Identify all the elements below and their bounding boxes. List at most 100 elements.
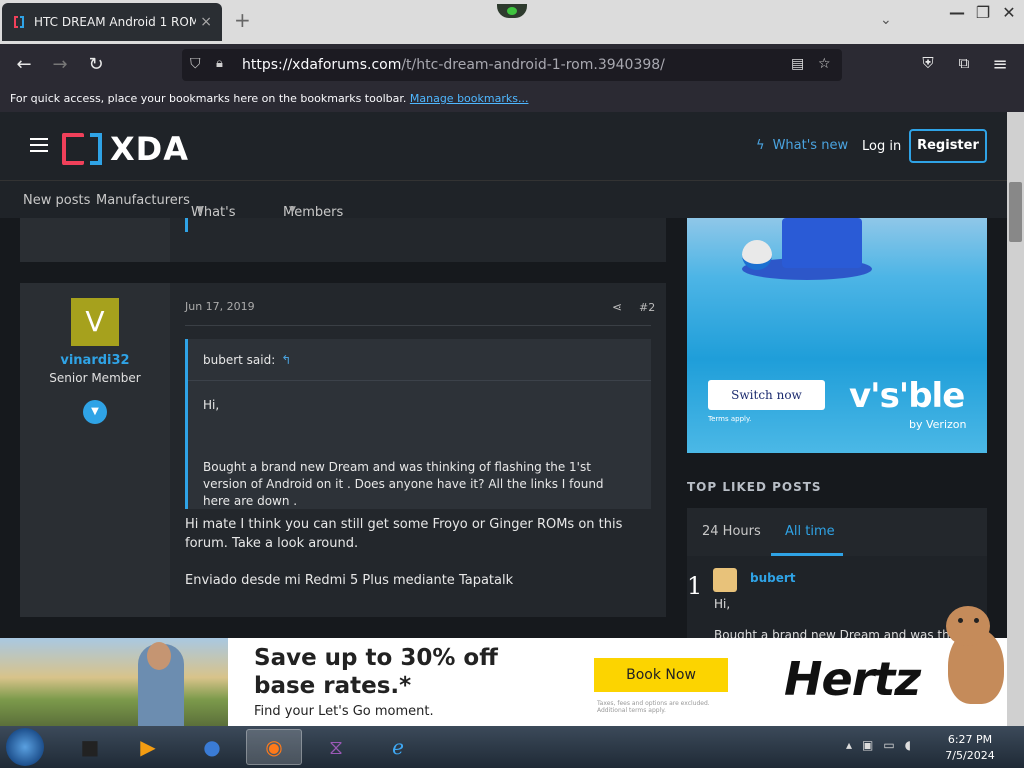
previous-post-sidebar [20,218,170,262]
pocket-icon[interactable]: ⛨ [917,54,939,72]
quote-line: Hi, [203,398,220,412]
taskbar-firefox-icon[interactable]: ◉ [246,729,302,765]
taskbar-visual-studio-icon[interactable]: ⧖ [308,729,364,765]
bookmark-star-icon[interactable]: ☆ [818,56,831,72]
browser-navbar: ← → ↻ ⛉ 🔒︎ https://xdaforums.com/t/htc-d… [0,44,1024,86]
sidebar-advertisement[interactable]: Switch now Terms apply. v's'ble by Veriz… [687,218,987,453]
tray-volume-icon[interactable]: ◖ [905,738,911,752]
tray-display-icon[interactable]: ▭ [883,738,894,752]
taskbar-internet-explorer-icon[interactable]: ℯ [370,729,426,765]
post-number[interactable]: #2 [639,301,655,314]
tray-network-icon[interactable]: ▣ [862,738,873,752]
new-tab-button[interactable]: + [234,8,251,32]
register-button[interactable]: Register [909,129,987,163]
logo-right-bracket-icon [90,133,102,165]
system-tray: ▴ ▣ ▭ ◖ [846,738,911,752]
xda-favicon-icon [14,16,24,28]
taskbar-clock[interactable]: 6:27 PM 7/5/2024 [940,732,1000,764]
web-page: XDA ϟ What's new Log in Register New post… [0,112,1007,638]
post-username[interactable]: vinardi32 [20,353,170,368]
forum-post: V vinardi32 Senior Member ▼ Jun 17, 2019… [20,283,666,617]
previous-post-fragment [20,218,666,262]
top-liked-tabs: 24 Hours All time [687,508,987,556]
reader-view-icon[interactable]: ▤ [791,56,804,72]
tab-24-hours[interactable]: 24 Hours [702,524,761,539]
tab-close-icon[interactable]: × [200,14,212,30]
logo-text: XDA [110,130,189,168]
expand-user-info-icon[interactable]: ▼ [83,400,107,424]
banner-fine-print: Taxes, fees and options are excluded. Ad… [597,700,710,714]
lightning-icon: ϟ [756,138,765,153]
url-text[interactable]: https://xdaforums.com/t/htc-dream-androi… [242,57,665,73]
hertz-logo: Hertz [784,652,921,706]
logo-left-bracket-icon [62,133,84,165]
forward-arrow-icon[interactable]: → [49,54,71,75]
ad-photo [0,638,228,726]
lock-icon[interactable]: 🔒︎ [216,56,223,71]
close-window-icon[interactable]: ✕ [1000,4,1018,22]
hamburger-menu-icon[interactable] [30,138,48,156]
bookmarks-hint: For quick access, place your bookmarks h… [10,92,407,105]
chevron-down-icon: ▼ [197,205,204,215]
banner-headline: Save up to 30% off base rates.* [254,645,498,699]
list-all-tabs-icon[interactable]: ⌄ [880,12,892,28]
top-liked-username[interactable]: bubert [750,571,796,585]
share-icon[interactable]: ⋖ [612,300,622,314]
nav-manufacturers[interactable]: Manufacturers [96,193,190,208]
start-button-icon[interactable] [6,728,44,766]
post-user-title: Senior Member [49,371,141,385]
tab-title: HTC DREAM Android 1 ROM | X [34,15,197,29]
taskbar-app-black-box-icon[interactable]: ■ [62,729,118,765]
switch-now-button[interactable]: Switch now [708,380,825,410]
extensions-icon[interactable]: ⧉ [953,54,975,72]
sub-navigation: New posts Manufacturers What's new▼ Memb… [0,180,1007,235]
hamster-mascot-icon [940,606,1006,706]
xda-logo[interactable]: XDA [62,130,189,168]
site-header: XDA ϟ What's new Log in Register [0,112,1007,180]
post-date[interactable]: Jun 17, 2019 [185,300,255,313]
quote-line: Bought a brand new Dream and was thinkin… [203,460,604,508]
ad-phone-graphic [782,218,862,268]
window-controls: — ❐ ✕ [948,4,1018,22]
post-body: Hi mate I think you can still get some F… [185,515,655,590]
url-bar[interactable]: ⛉ 🔒︎ https://xdaforums.com/t/htc-dream-a… [182,49,842,81]
tray-expand-icon[interactable]: ▴ [846,738,852,752]
jump-to-quote-icon[interactable]: ↰ [281,353,291,367]
banner-subheadline: Find your Let's Go moment. [254,704,434,719]
tracking-shield-icon[interactable]: ⛉ [190,56,201,72]
scrollbar-thumb[interactable] [1009,182,1022,242]
restore-icon[interactable]: ❐ [974,4,992,22]
minimize-icon[interactable]: — [948,4,966,22]
post-author-panel: V vinardi32 Senior Member ▼ [20,283,170,617]
avatar[interactable] [713,568,737,592]
post-text: Hi mate I think you can still get some F… [185,517,623,551]
bookmarks-toolbar: For quick access, place your bookmarks h… [0,86,1024,112]
tab-all-time[interactable]: All time [785,524,835,539]
page-scrollbar[interactable] [1007,112,1024,726]
taskbar-globe-icon[interactable]: ● [184,729,240,765]
ad-terms: Terms apply. [708,415,752,423]
by-verizon-label: by Verizon [909,418,967,431]
ad-beach-ball-graphic [742,240,772,270]
back-arrow-icon[interactable]: ← [13,54,35,75]
whats-new-link[interactable]: ϟ What's new [756,138,848,153]
avatar[interactable]: V [71,298,119,346]
visible-logo: v's'ble [849,376,965,416]
nav-new-posts[interactable]: New posts [23,193,90,208]
book-now-button[interactable]: Book Now [594,658,728,692]
menu-icon[interactable]: ≡ [989,54,1011,75]
top-liked-snippet: Hi, [714,597,731,611]
bottom-banner-ad[interactable]: Save up to 30% off base rates.* Find you… [0,638,1007,726]
taskbar-media-player-icon[interactable]: ▶ [120,729,176,765]
ad-person-head-graphic [147,642,171,670]
top-liked-snippet: Bought a brand new Dream and was thinkin [714,628,979,638]
browser-tab-strip: HTC DREAM Android 1 ROM | X × + ⌄ — ❐ ✕ [0,0,1024,44]
browser-tab-active[interactable]: HTC DREAM Android 1 ROM | X × [2,3,222,41]
rank-number: 1 [687,572,703,600]
quote-block: bubert said: ↰ Hi, Bought a brand new Dre… [185,339,651,509]
manage-bookmarks-link[interactable]: Manage bookmarks... [410,92,529,105]
clock-time: 6:27 PM [947,733,993,746]
login-link[interactable]: Log in [862,139,901,154]
quote-header[interactable]: bubert said: ↰ [188,339,651,381]
reload-icon[interactable]: ↻ [85,54,107,75]
